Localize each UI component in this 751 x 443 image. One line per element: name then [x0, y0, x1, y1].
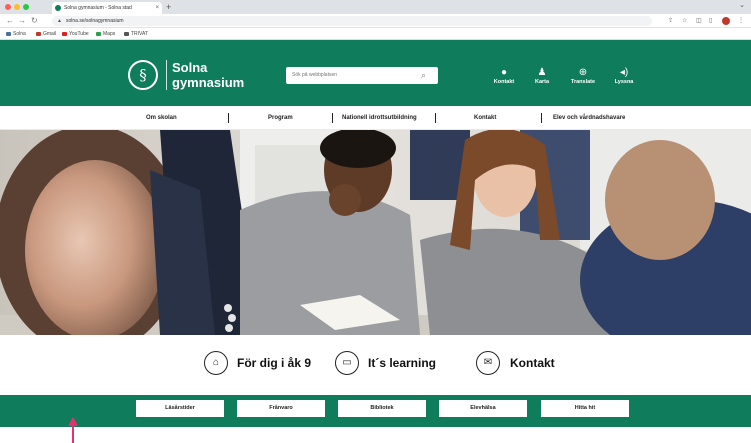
bookmarks-bar: Solna Gmail YouTube Maps TRIVAT	[0, 28, 751, 40]
shortcut-bar: Läsårstider Frånvaro Bibliotek Elevhälsa…	[0, 395, 751, 427]
nav-divider	[228, 113, 229, 123]
logo-line-2: gymnasium	[172, 75, 245, 90]
bookmark-gmail[interactable]: Gmail	[36, 28, 56, 40]
reload-icon[interactable]: ↻	[31, 15, 38, 27]
sidebar-icon[interactable]: ▯	[709, 16, 712, 26]
kontakt-utility-button[interactable]: ● Kontakt	[484, 67, 524, 86]
annotation-arrow-line	[72, 425, 74, 443]
hitta-hit-button[interactable]: Hitta hit	[541, 400, 629, 417]
nav-om-skolan[interactable]: Om skolan	[146, 106, 177, 130]
tab-search-icon[interactable]: ⌄	[739, 1, 745, 9]
nav-divider	[541, 113, 542, 123]
maximize-window-button[interactable]	[23, 4, 29, 10]
translate-utility-button[interactable]: ⊕ Translate	[563, 67, 603, 86]
chat-icon: ●	[500, 67, 508, 78]
people-icon: ♟	[537, 67, 547, 78]
nav-divider	[435, 113, 436, 123]
minimize-window-button[interactable]	[14, 4, 20, 10]
building-icon[interactable]: ⌂	[204, 351, 228, 375]
bookmark-star-icon[interactable]: ☆	[682, 16, 687, 26]
logo-line-1: Solna	[172, 60, 208, 75]
lasarstider-button[interactable]: Läsårstider	[136, 400, 224, 417]
close-window-button[interactable]	[5, 4, 11, 10]
franvaro-button[interactable]: Frånvaro	[237, 400, 325, 417]
bookmark-maps[interactable]: Maps	[96, 28, 115, 40]
logo-divider	[166, 60, 167, 90]
nav-kontakt[interactable]: Kontakt	[474, 106, 496, 130]
elevhalsa-button[interactable]: Elevhälsa	[439, 400, 527, 417]
quicklink-for-dig-i-ak-9[interactable]: För dig i åk 9	[237, 355, 311, 371]
gmail-icon	[36, 31, 41, 36]
url-text: solna.se/solnagymnasium	[66, 18, 124, 24]
bookmark-trivat[interactable]: TRIVAT	[124, 28, 148, 40]
browser-window: Solna gymnasium - Solna stad × + ⌄ ← → ↻…	[0, 0, 751, 443]
maps-icon	[96, 31, 101, 36]
monitor-icon[interactable]: ▭	[335, 351, 359, 375]
address-bar[interactable]: ▲ solna.se/solnagymnasium	[52, 16, 652, 26]
close-tab-icon[interactable]: ×	[155, 2, 159, 14]
bookmark-solna[interactable]: Solna	[6, 28, 26, 40]
share-icon[interactable]: ⇪	[668, 16, 673, 26]
hero-photo-students	[0, 130, 751, 335]
folder-icon	[124, 31, 129, 36]
nav-divider	[332, 113, 333, 123]
browser-tab[interactable]: Solna gymnasium - Solna stad ×	[52, 2, 162, 14]
nav-nationell-idrottsutbildning[interactable]: Nationell idrottsutbildning	[342, 106, 417, 130]
lyssna-utility-label: Lyssna	[614, 79, 634, 85]
new-tab-button[interactable]: +	[166, 1, 171, 13]
kontakt-utility-label: Kontakt	[493, 79, 515, 85]
globe-icon: ⊕	[578, 67, 588, 78]
main-navigation: Om skolan Program Nationell idrottsutbil…	[0, 106, 751, 130]
search-icon[interactable]: ⌕	[421, 68, 426, 82]
translate-utility-label: Translate	[570, 79, 596, 85]
karta-utility-button[interactable]: ♟ Karta	[522, 67, 562, 86]
speaker-icon: ◂)	[619, 67, 629, 78]
site-search-input[interactable]	[286, 67, 438, 84]
envelope-icon[interactable]: ✉	[476, 351, 500, 375]
hero-image	[0, 130, 751, 335]
quicklink-kontakt[interactable]: Kontakt	[510, 355, 555, 371]
karta-utility-label: Karta	[534, 79, 550, 85]
page-footer-area	[0, 427, 751, 443]
quicklinks: ⌂ För dig i åk 9 ▭ It´s learning ✉ Konta…	[0, 335, 751, 395]
browser-toolbar: ← → ↻ ▲ solna.se/solnagymnasium ⇪ ☆ ◫ ▯ …	[0, 14, 751, 28]
bookmark-youtube[interactable]: YouTube	[62, 28, 89, 40]
site-header: § Solna gymnasium ⌕ ● Kontakt ♟ Karta ⊕ …	[0, 40, 751, 106]
youtube-icon	[62, 31, 67, 36]
logo-crest-icon[interactable]: §	[128, 60, 158, 90]
forward-icon[interactable]: →	[18, 15, 26, 27]
bookmark-icon	[6, 31, 11, 36]
bibliotek-button[interactable]: Bibliotek	[338, 400, 426, 417]
profile-avatar[interactable]	[722, 17, 730, 25]
lyssna-utility-button[interactable]: ◂) Lyssna	[604, 67, 644, 86]
quicklink-its-learning[interactable]: It´s learning	[368, 355, 436, 371]
back-icon[interactable]: ←	[6, 15, 14, 27]
menu-dots-icon[interactable]: ⋮	[738, 16, 744, 26]
tab-bar: Solna gymnasium - Solna stad × + ⌄	[0, 0, 751, 14]
nav-program[interactable]: Program	[268, 106, 293, 130]
nav-elev-och-vardnadshavare[interactable]: Elev och vårdnadshavare	[553, 106, 625, 130]
tab-title: Solna gymnasium - Solna stad	[64, 5, 132, 11]
site-logo-text[interactable]: Solna gymnasium	[172, 60, 244, 90]
favicon-icon	[55, 5, 61, 11]
lock-icon: ▲	[57, 18, 62, 24]
extensions-icon[interactable]: ◫	[696, 16, 702, 26]
